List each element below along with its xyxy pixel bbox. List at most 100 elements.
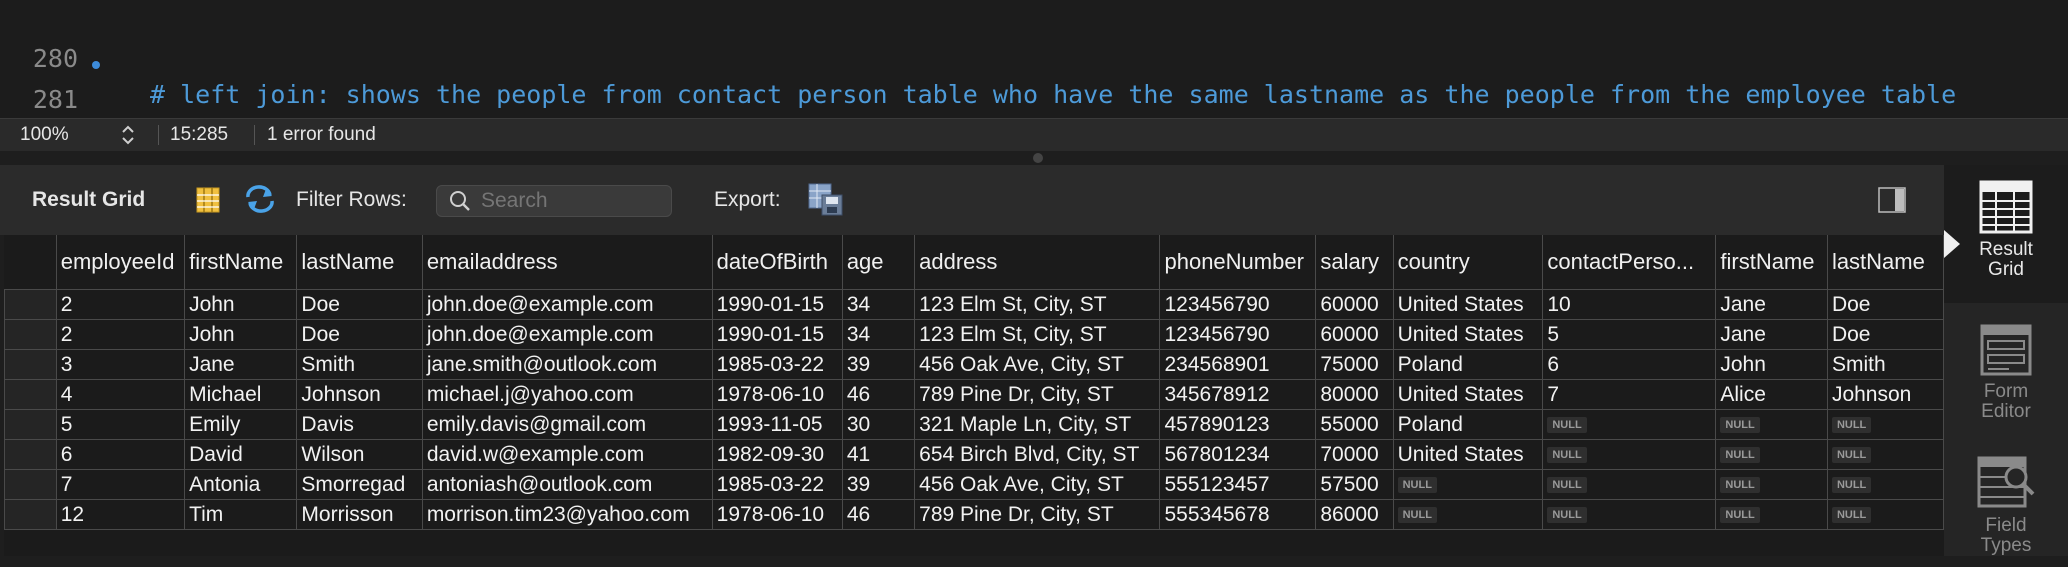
table-cell[interactable]: 1982-09-30 bbox=[711, 439, 843, 470]
table-cell[interactable]: jane.smith@outlook.com bbox=[421, 349, 713, 380]
table-row[interactable]: 7 Antonia Smorregad antoniash@outlook.com 19… bbox=[4, 469, 1944, 500]
table-cell[interactable]: Morrisson bbox=[296, 499, 423, 530]
table-cell[interactable]: Doe bbox=[296, 319, 423, 350]
table-cell[interactable]: emily.davis@gmail.com bbox=[421, 409, 713, 440]
form-editor-view-button[interactable]: Form Editor bbox=[1944, 313, 2068, 439]
column-header[interactable]: dateOfBirth bbox=[712, 235, 843, 290]
toggle-columns-icon[interactable] bbox=[196, 187, 220, 219]
table-cell[interactable]: 2 bbox=[55, 319, 186, 350]
table-cell[interactable]: 1990-01-15 bbox=[711, 319, 843, 350]
table-cell[interactable]: 7 bbox=[55, 469, 186, 500]
table-row[interactable]: 5 Emily Davis emily.davis@gmail.com 1993-11-… bbox=[4, 409, 1944, 440]
table-cell[interactable]: 39 bbox=[841, 349, 916, 380]
table-row[interactable]: 2 John Doe john.doe@example.com 1990-01-15 34… bbox=[4, 319, 1944, 350]
table-cell[interactable]: 567801234 bbox=[1159, 439, 1317, 470]
table-cell[interactable]: 234568901 bbox=[1159, 349, 1317, 380]
row-header[interactable] bbox=[4, 499, 57, 530]
table-cell[interactable]: NULL bbox=[1715, 439, 1828, 470]
row-header[interactable] bbox=[4, 379, 57, 410]
result-grid-view-button[interactable]: Result Grid bbox=[1944, 165, 2068, 303]
table-cell[interactable]: 7 bbox=[1542, 379, 1717, 410]
table-cell[interactable]: NULL bbox=[1542, 469, 1717, 500]
table-cell[interactable]: 86000 bbox=[1315, 499, 1394, 530]
error-status[interactable]: 1 error found bbox=[267, 119, 376, 151]
table-cell[interactable]: 456 Oak Ave, City, ST bbox=[914, 349, 1161, 380]
table-cell[interactable]: 46 bbox=[841, 379, 916, 410]
splitter-grip-icon[interactable] bbox=[1033, 153, 1043, 163]
column-header[interactable]: lastName bbox=[296, 235, 423, 290]
table-cell[interactable]: Wilson bbox=[296, 439, 423, 470]
table-cell[interactable]: 41 bbox=[841, 439, 916, 470]
result-grid[interactable]: employeeId firstName lastName emailaddress d… bbox=[4, 235, 1944, 556]
table-cell[interactable]: 321 Maple Ln, City, ST bbox=[914, 409, 1161, 440]
table-cell[interactable]: 3 bbox=[55, 349, 186, 380]
table-cell[interactable]: Poland bbox=[1392, 409, 1544, 440]
column-header[interactable]: employeeId bbox=[56, 235, 186, 290]
column-header[interactable]: lastName bbox=[1827, 235, 1944, 290]
table-cell[interactable]: John bbox=[184, 319, 298, 350]
table-cell[interactable]: 457890123 bbox=[1159, 409, 1317, 440]
table-cell[interactable]: 5 bbox=[1542, 319, 1717, 350]
table-cell[interactable]: 1993-11-05 bbox=[711, 409, 843, 440]
table-cell[interactable]: 1978-06-10 bbox=[711, 499, 843, 530]
table-cell[interactable]: 10 bbox=[1542, 289, 1717, 320]
table-cell[interactable]: Jane bbox=[184, 349, 298, 380]
table-cell[interactable]: Davis bbox=[296, 409, 423, 440]
column-header[interactable]: firstName bbox=[184, 235, 298, 290]
table-cell[interactable]: 6 bbox=[55, 439, 186, 470]
table-cell[interactable]: John bbox=[1715, 349, 1828, 380]
table-cell[interactable]: Jane bbox=[1715, 319, 1828, 350]
table-cell[interactable]: 55000 bbox=[1315, 409, 1394, 440]
zoom-level[interactable]: 100% bbox=[20, 119, 69, 151]
table-cell[interactable]: United States bbox=[1392, 289, 1544, 320]
table-cell[interactable]: 80000 bbox=[1315, 379, 1394, 410]
column-header[interactable]: country bbox=[1393, 235, 1544, 290]
table-cell[interactable]: Smith bbox=[1826, 349, 1944, 380]
table-cell[interactable]: antoniash@outlook.com bbox=[421, 469, 713, 500]
refresh-icon[interactable] bbox=[244, 185, 276, 219]
table-cell[interactable]: NULL bbox=[1542, 409, 1717, 440]
table-cell[interactable]: NULL bbox=[1392, 499, 1544, 530]
table-cell[interactable]: john.doe@example.com bbox=[421, 319, 713, 350]
table-cell[interactable]: morrison.tim23@yahoo.com bbox=[421, 499, 713, 530]
table-cell[interactable]: Antonia bbox=[184, 469, 298, 500]
table-row[interactable]: 2 John Doe john.doe@example.com 1990-01-15 34… bbox=[4, 289, 1944, 320]
table-cell[interactable]: Johnson bbox=[296, 379, 423, 410]
table-row[interactable]: 4 Michael Johnson michael.j@yahoo.com 1978-0… bbox=[4, 379, 1944, 410]
table-cell[interactable]: NULL bbox=[1715, 469, 1828, 500]
table-cell[interactable]: Doe bbox=[296, 289, 423, 320]
table-cell[interactable]: Tim bbox=[184, 499, 298, 530]
table-cell[interactable]: Alice bbox=[1715, 379, 1828, 410]
table-cell[interactable]: 123456790 bbox=[1159, 289, 1317, 320]
column-header[interactable]: address bbox=[914, 235, 1161, 290]
table-cell[interactable]: 1990-01-15 bbox=[711, 289, 843, 320]
table-cell[interactable]: 30 bbox=[841, 409, 916, 440]
table-cell[interactable]: Michael bbox=[184, 379, 298, 410]
table-cell[interactable]: NULL bbox=[1826, 469, 1944, 500]
table-cell[interactable]: 654 Birch Blvd, City, ST bbox=[914, 439, 1161, 470]
table-cell[interactable]: 70000 bbox=[1315, 439, 1394, 470]
table-cell[interactable]: Smith bbox=[296, 349, 423, 380]
table-cell[interactable]: NULL bbox=[1392, 469, 1544, 500]
table-cell[interactable]: John bbox=[184, 289, 298, 320]
row-header[interactable] bbox=[4, 439, 57, 470]
table-cell[interactable]: United States bbox=[1392, 439, 1544, 470]
table-cell[interactable]: NULL bbox=[1542, 499, 1717, 530]
table-cell[interactable]: 555345678 bbox=[1159, 499, 1317, 530]
table-cell[interactable]: David bbox=[184, 439, 298, 470]
table-cell[interactable]: NULL bbox=[1715, 409, 1828, 440]
table-cell[interactable]: Emily bbox=[184, 409, 298, 440]
column-header[interactable]: firstName bbox=[1715, 235, 1828, 290]
table-cell[interactable]: 345678912 bbox=[1159, 379, 1317, 410]
table-cell[interactable]: NULL bbox=[1826, 409, 1944, 440]
column-header[interactable]: contactPerso... bbox=[1542, 235, 1717, 290]
table-cell[interactable]: 456 Oak Ave, City, ST bbox=[914, 469, 1161, 500]
table-cell[interactable]: john.doe@example.com bbox=[421, 289, 713, 320]
table-cell[interactable]: 123 Elm St, City, ST bbox=[914, 289, 1161, 320]
table-cell[interactable]: 2 bbox=[55, 289, 186, 320]
table-cell[interactable]: NULL bbox=[1826, 499, 1944, 530]
table-cell[interactable]: 123456790 bbox=[1159, 319, 1317, 350]
editor-line-281[interactable]: 281 select * from employees left join co… bbox=[0, 46, 1598, 186]
column-header[interactable]: salary bbox=[1315, 235, 1394, 290]
column-header[interactable]: phoneNumber bbox=[1159, 235, 1317, 290]
